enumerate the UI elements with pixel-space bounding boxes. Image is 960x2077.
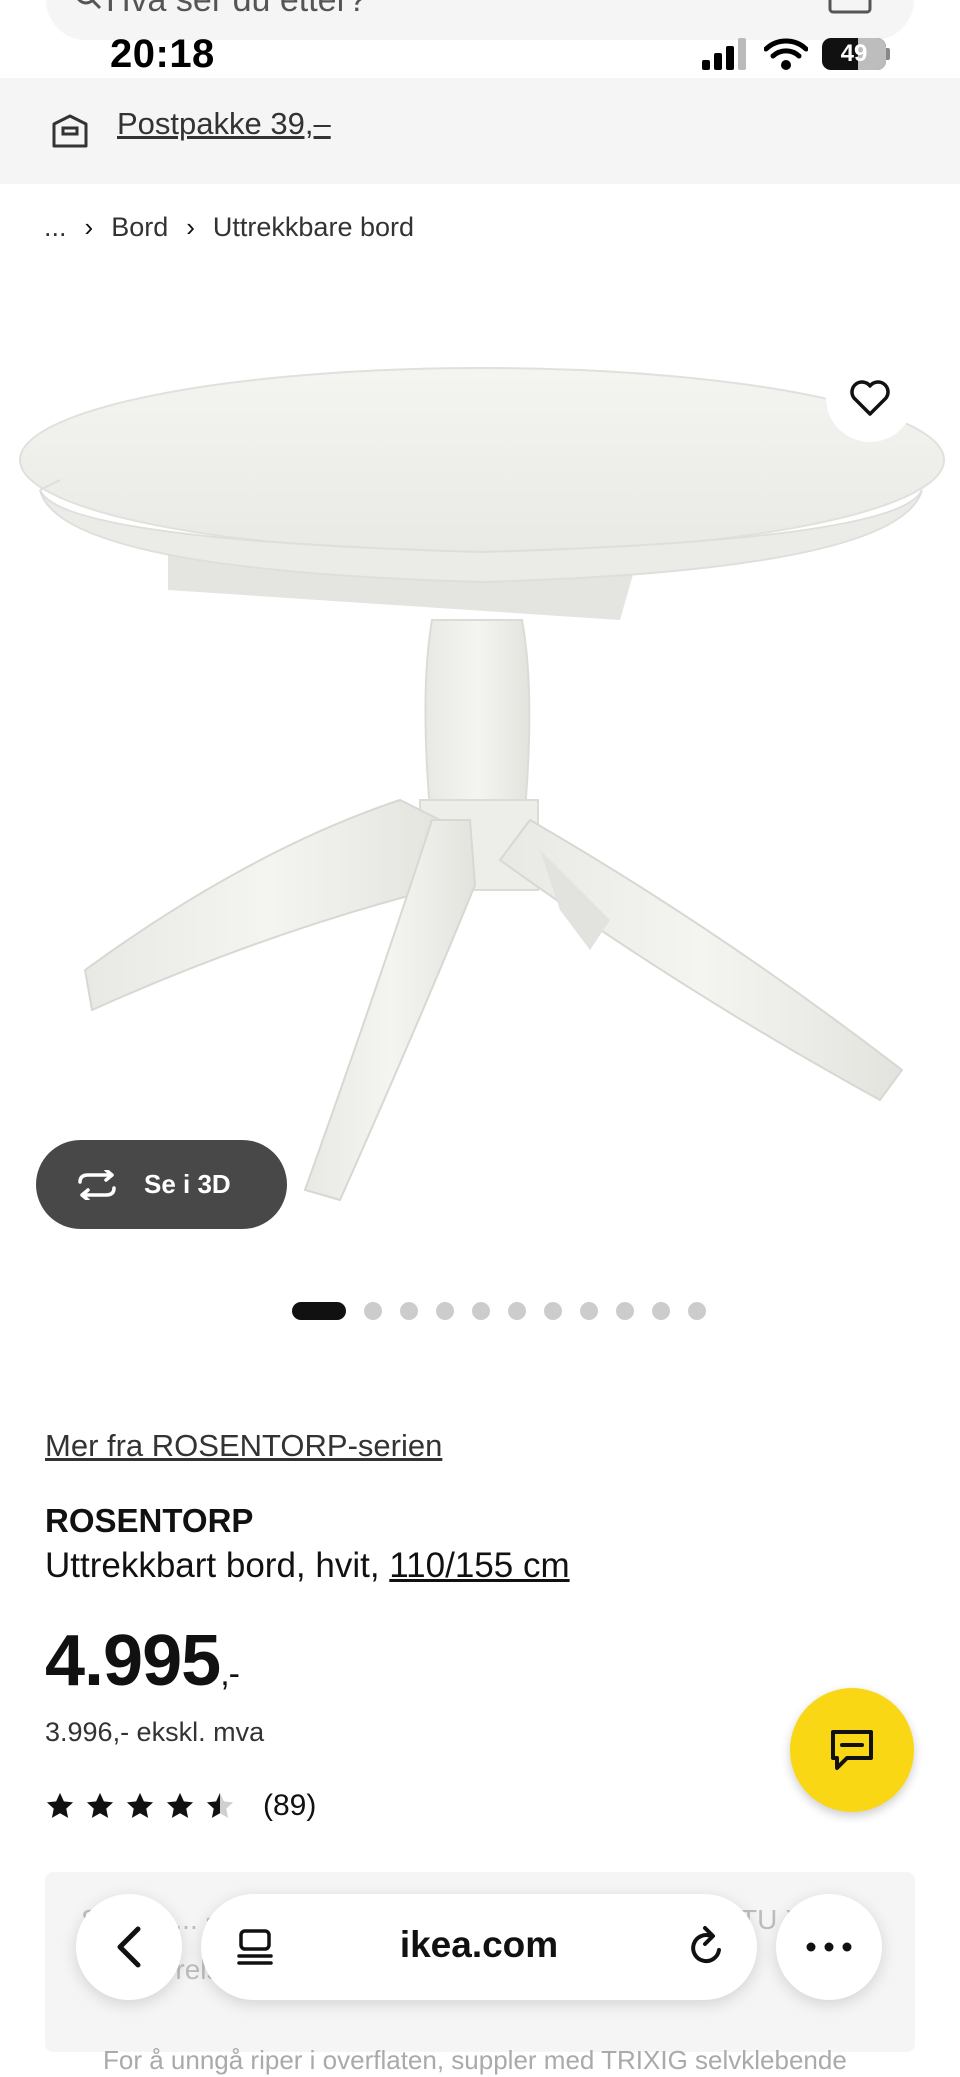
breadcrumb: ... › Bord › Uttrekkbare bord [44, 212, 414, 243]
battery-level: 49 [840, 40, 868, 67]
star-full-icon [126, 1792, 154, 1818]
wifi-icon [764, 38, 808, 70]
view-3d-label: Se i 3D [144, 1169, 231, 1199]
delivery-banner[interactable]: Postpakke 39,– [0, 78, 960, 184]
product-note: For å unngå riper i overflaten, suppler … [103, 2045, 847, 2075]
product-size-link[interactable]: 110/155 cm [389, 1546, 569, 1585]
carousel-dot[interactable] [544, 1302, 562, 1320]
rotate-3d-icon [78, 1169, 116, 1200]
product-description-text: Uttrekkbart bord, hvit, [45, 1546, 390, 1585]
star-full-icon [86, 1792, 114, 1818]
product-rating[interactable]: (89) [45, 1789, 316, 1823]
breadcrumb-ellipsis[interactable]: ... [44, 212, 67, 243]
heart-icon [850, 380, 890, 416]
image-carousel-dots [292, 1302, 706, 1320]
carousel-dot[interactable] [580, 1302, 598, 1320]
product-price: 4.995,- [45, 1620, 240, 1702]
breadcrumb-item-bord[interactable]: Bord [111, 212, 168, 243]
chevron-right-icon: › [84, 212, 94, 242]
chevron-right-icon: › [186, 212, 195, 242]
star-full-icon [166, 1792, 194, 1818]
battery-indicator: 49 [822, 38, 886, 70]
review-count: (89) [263, 1789, 317, 1822]
browser-more-button[interactable] [776, 1894, 882, 2000]
chevron-left-icon [117, 1926, 141, 1968]
carousel-dot[interactable] [472, 1302, 490, 1320]
product-name: ROSENTORP [45, 1502, 254, 1539]
address-domain: ikea.com [399, 1924, 559, 1965]
product-image[interactable] [0, 330, 960, 1270]
carousel-dot-active[interactable] [292, 1302, 346, 1320]
star-half-icon [206, 1792, 234, 1818]
signal-icon [702, 38, 746, 70]
status-icons: 49 [702, 38, 890, 70]
barcode-icon[interactable] [828, 0, 872, 14]
price-suffix: ,- [220, 1655, 240, 1693]
status-time: 20:18 [110, 32, 215, 76]
box-truck-icon [52, 114, 88, 148]
favorite-button[interactable] [826, 354, 914, 442]
price-excl-vat: 3.996,- ekskl. mva [45, 1717, 265, 1747]
delivery-link[interactable]: Postpakke 39,– [117, 106, 331, 142]
view-3d-button[interactable]: Se i 3D [36, 1140, 287, 1229]
address-bar[interactable]: ikea.com [201, 1894, 757, 2000]
search-icon [77, 0, 102, 10]
product-description: Uttrekkbart bord, hvit, 110/155 cm [45, 1546, 570, 1586]
reload-icon[interactable] [687, 1924, 727, 1968]
breadcrumb-item-uttrekkbare-bord[interactable]: Uttrekkbare bord [213, 212, 414, 243]
search-placeholder: Hva ser du etter? [106, 0, 367, 20]
carousel-dot[interactable] [616, 1302, 634, 1320]
carousel-dot[interactable] [364, 1302, 382, 1320]
star-full-icon [46, 1792, 74, 1818]
carousel-dot[interactable] [436, 1302, 454, 1320]
more-horizontal-icon [806, 1942, 852, 1952]
carousel-dot[interactable] [400, 1302, 418, 1320]
status-bar: 20:18 49 [0, 32, 960, 80]
price-value: 4.995 [45, 1621, 221, 1701]
carousel-dot[interactable] [652, 1302, 670, 1320]
browser-back-button[interactable] [76, 1894, 182, 2000]
carousel-dot[interactable] [688, 1302, 706, 1320]
series-link[interactable]: Mer fra ROSENTORP-serien [45, 1428, 442, 1464]
chat-bubble-icon [831, 1730, 873, 1770]
chat-button[interactable] [790, 1688, 914, 1812]
carousel-dot[interactable] [508, 1302, 526, 1320]
